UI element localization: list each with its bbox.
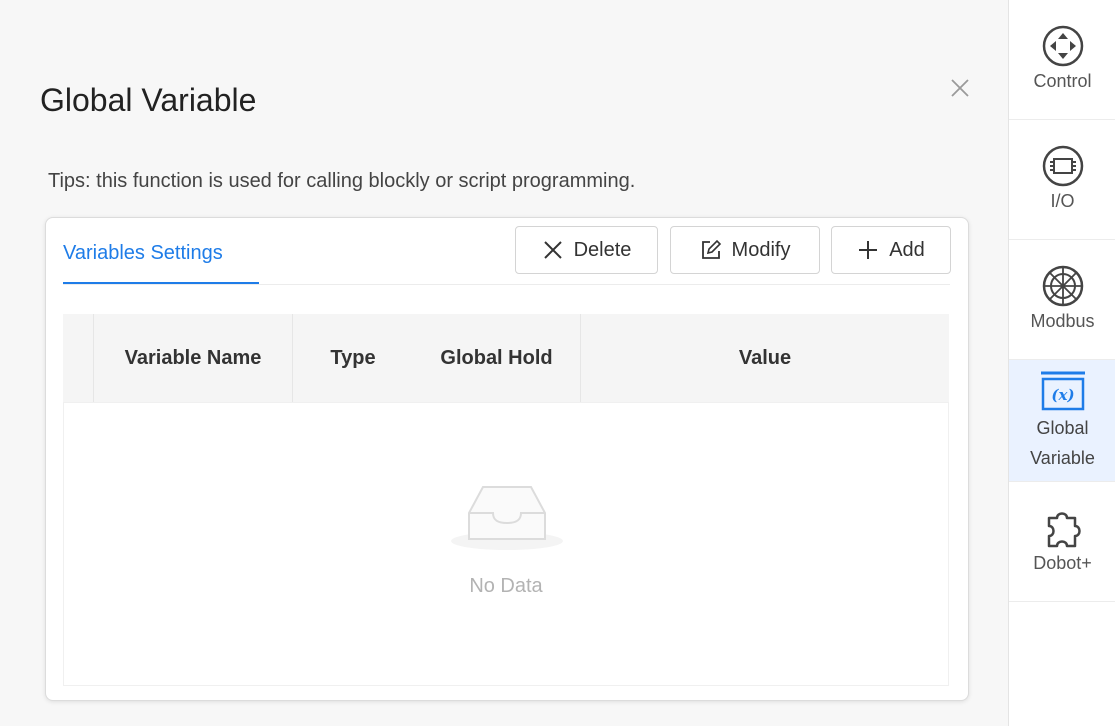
tab-divider	[63, 284, 950, 285]
variables-table: Variable Name Type Global Hold Value No …	[63, 314, 949, 686]
empty-text: No Data	[469, 575, 543, 597]
sidebar-item-io[interactable]: I/O	[1009, 120, 1115, 240]
add-label: Add	[889, 238, 925, 261]
column-header-select	[63, 314, 94, 402]
sidebar-item-modbus[interactable]: Modbus	[1009, 240, 1115, 360]
sidebar-label-global-variable: Global Variable	[1030, 417, 1095, 468]
top-strip	[0, 0, 1008, 38]
sidebar-label-control: Control	[1033, 71, 1092, 91]
svg-text:(x): (x)	[1051, 386, 1074, 404]
sidebar-item-global-variable[interactable]: (x) Global Variable	[1009, 360, 1115, 482]
table-body: No Data	[63, 402, 949, 686]
column-header-global-hold: Global Hold	[413, 314, 581, 402]
modbus-icon	[1042, 265, 1083, 307]
empty-state: No Data	[64, 403, 948, 685]
tab-variables-settings[interactable]: Variables Settings	[63, 242, 223, 265]
column-header-variable-name: Variable Name	[94, 314, 293, 402]
sidebar-label-modbus: Modbus	[1030, 311, 1095, 331]
dialog-title: Global Variable	[40, 82, 257, 118]
tips-text: Tips: this function is used for calling …	[48, 170, 636, 192]
variables-card: Variables Settings Delete Modify Add Var…	[45, 217, 969, 701]
delete-button[interactable]: Delete	[515, 226, 658, 274]
plus-icon	[857, 239, 879, 261]
puzzle-icon	[1047, 512, 1081, 548]
sidebar-label-io: I/O	[1050, 191, 1075, 211]
sidebar-item-dobot-plus[interactable]: Dobot+	[1009, 482, 1115, 602]
delete-icon	[542, 239, 564, 261]
close-icon	[951, 79, 969, 97]
add-button[interactable]: Add	[831, 226, 951, 274]
modify-label: Modify	[731, 238, 791, 261]
global-variable-icon: (x)	[1040, 371, 1085, 410]
column-header-type: Type	[330, 346, 376, 369]
empty-inbox-icon	[449, 475, 565, 560]
right-sidebar: Control I/O Modbus (x) Global Variable D…	[1008, 0, 1115, 726]
io-icon	[1042, 145, 1083, 187]
sidebar-label-dobot-plus: Dobot+	[1033, 553, 1092, 573]
sidebar-item-control[interactable]: Control	[1009, 0, 1115, 120]
close-button[interactable]	[946, 74, 974, 102]
column-header-value: Value	[738, 346, 792, 369]
control-icon	[1042, 25, 1083, 67]
edit-icon	[700, 239, 722, 261]
modify-button[interactable]: Modify	[670, 226, 820, 274]
table-header: Variable Name Type Global Hold Value	[63, 314, 949, 403]
delete-label: Delete	[573, 238, 632, 261]
